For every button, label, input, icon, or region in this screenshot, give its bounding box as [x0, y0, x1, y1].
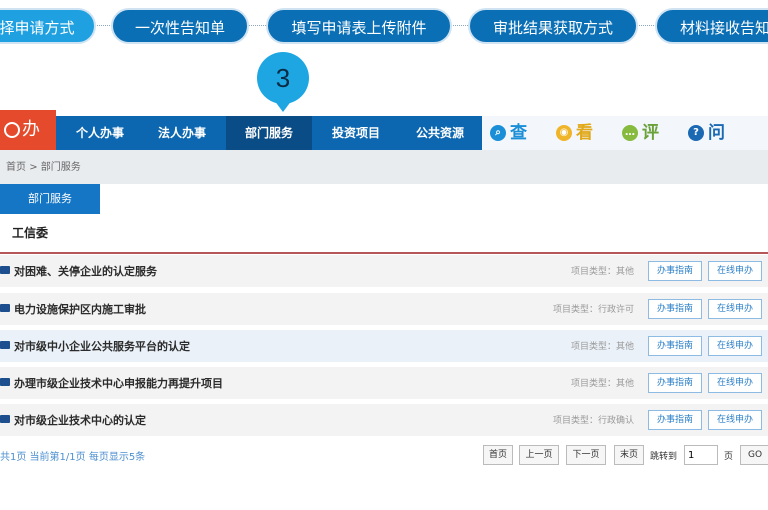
nav-department-services[interactable]: 部门服务: [226, 116, 312, 150]
list-item: 对市级企业技术中心的认定 项目类型：行政确认 办事指南 在线申办: [0, 404, 768, 436]
breadcrumb-separator: >: [29, 162, 38, 173]
first-page-button[interactable]: 首页: [483, 445, 513, 465]
view-icon: ◉: [556, 125, 572, 141]
folder-icon: [0, 304, 10, 312]
item-title[interactable]: 电力设施保护区内施工审批: [14, 301, 146, 317]
apply-online-button[interactable]: 在线申办: [708, 299, 762, 319]
question-icon: ?: [688, 125, 704, 141]
item-type: 项目类型：行政确认: [552, 416, 634, 426]
logo-label: 办: [22, 119, 40, 140]
tab-department-services[interactable]: 部门服务: [0, 184, 100, 214]
apply-online-button[interactable]: 在线申办: [708, 373, 762, 393]
process-steps: 择申请方式 一次性告知单 填写申请表上传附件 审批结果获取方式 材料接收告知: [0, 0, 768, 52]
list-item: 对困难、关停企业的认定服务 项目类型：其他 办事指南 在线申办: [0, 255, 768, 287]
folder-icon: [0, 266, 10, 274]
jump-page-input[interactable]: [684, 445, 718, 465]
list-item: 对市级中小企业公共服务平台的认定 项目类型：其他 办事指南 在线申办: [0, 330, 768, 362]
breadcrumb-bar: [0, 150, 768, 184]
step-result-method[interactable]: 审批结果获取方式: [468, 8, 638, 44]
go-button[interactable]: GO: [740, 445, 768, 465]
quick-actions: ⌕ 查 ◉ 看 … 评 ? 问: [482, 116, 768, 150]
page-unit-label: 页: [724, 452, 734, 462]
item-type: 项目类型：行政许可: [552, 305, 634, 315]
guide-button[interactable]: 办事指南: [648, 410, 702, 430]
next-page-button[interactable]: 下一页: [566, 445, 606, 465]
folder-icon: [0, 415, 10, 423]
item-title[interactable]: 对困难、关停企业的认定服务: [14, 263, 157, 279]
item-type: 项目类型：其他: [570, 342, 634, 352]
item-title[interactable]: 对市级企业技术中心的认定: [14, 412, 146, 428]
guide-button[interactable]: 办事指南: [648, 336, 702, 356]
breadcrumb-home[interactable]: 首页: [6, 162, 26, 173]
logo-ring-icon: [4, 122, 20, 138]
apply-online-button[interactable]: 在线申办: [708, 336, 762, 356]
nav-corporate[interactable]: 法人办事: [140, 116, 224, 150]
nav-personal[interactable]: 个人办事: [62, 116, 138, 150]
guide-button[interactable]: 办事指南: [648, 261, 702, 281]
list-item: 电力设施保护区内施工审批 项目类型：行政许可 办事指南 在线申办: [0, 293, 768, 325]
quick-ask[interactable]: ? 问: [688, 116, 725, 150]
nav-investment[interactable]: 投资项目: [314, 116, 398, 150]
site-logo[interactable]: 办: [0, 110, 56, 150]
search-icon: ⌕: [490, 125, 506, 141]
quick-comment[interactable]: … 评: [622, 116, 659, 150]
quick-comment-label: 评: [642, 123, 659, 143]
quick-search-label: 查: [510, 123, 527, 143]
quick-search[interactable]: ⌕ 查: [490, 116, 527, 150]
section-title: 工信委: [12, 226, 49, 240]
step-number-callout: 3: [257, 52, 309, 104]
guide-button[interactable]: 办事指南: [648, 373, 702, 393]
item-title[interactable]: 对市级中小企业公共服务平台的认定: [14, 338, 190, 354]
folder-icon: [0, 341, 10, 349]
step-notice-form[interactable]: 一次性告知单: [111, 8, 249, 44]
apply-online-button[interactable]: 在线申办: [708, 261, 762, 281]
apply-online-button[interactable]: 在线申办: [708, 410, 762, 430]
quick-view[interactable]: ◉ 看: [556, 116, 593, 150]
last-page-button[interactable]: 末页: [614, 445, 644, 465]
comment-icon: …: [622, 125, 638, 141]
list-item: 办理市级企业技术中心申报能力再提升项目 项目类型：其他 办事指南 在线申办: [0, 367, 768, 399]
section-divider: [0, 252, 768, 254]
step-choose-method[interactable]: 择申请方式: [0, 8, 96, 44]
item-type: 项目类型：其他: [570, 267, 634, 277]
guide-button[interactable]: 办事指南: [648, 299, 702, 319]
step-fill-application[interactable]: 填写申请表上传附件: [266, 8, 452, 44]
breadcrumb: 首页 > 部门服务: [6, 158, 81, 173]
step-material-notice[interactable]: 材料接收告知: [655, 8, 768, 44]
folder-icon: [0, 378, 10, 386]
breadcrumb-current: 部门服务: [40, 162, 81, 173]
item-title[interactable]: 办理市级企业技术中心申报能力再提升项目: [14, 375, 223, 391]
prev-page-button[interactable]: 上一页: [519, 445, 559, 465]
pager-info: 共1页 当前第1/1页 每页显示5条: [0, 452, 146, 463]
item-type: 项目类型：其他: [570, 379, 634, 389]
quick-ask-label: 问: [708, 123, 725, 143]
jump-label: 跳转到: [650, 452, 678, 462]
callout-pointer: [274, 100, 292, 112]
nav-public-resources[interactable]: 公共资源: [400, 116, 480, 150]
quick-view-label: 看: [576, 123, 593, 143]
